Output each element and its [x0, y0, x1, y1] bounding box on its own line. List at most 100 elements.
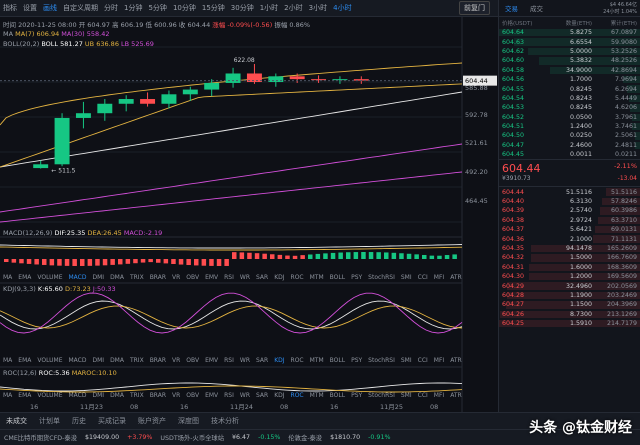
order-row[interactable]: 604.30 1.2000 169.5609	[499, 272, 640, 281]
indicator-trix[interactable]: TRIX	[127, 392, 147, 399]
roc-name[interactable]: ROC(12,6)	[3, 369, 37, 377]
indicator-wr[interactable]: WR	[237, 357, 253, 364]
indicator-stochrsi[interactable]: StochRSI	[365, 392, 398, 399]
indicator-stochrsi[interactable]: StochRSI	[365, 357, 398, 364]
toolbar-item-7[interactable]: 10分钟	[170, 3, 199, 13]
order-row[interactable]: 604.53 0.8245 4.6206	[499, 103, 640, 112]
indicator-dmi[interactable]: DMI	[89, 357, 107, 364]
indicator-dma[interactable]: DMA	[107, 274, 127, 281]
indicator-sar[interactable]: SAR	[253, 274, 271, 281]
kdj-name[interactable]: KDJ(9,3,3)	[3, 285, 36, 293]
indicator-vr[interactable]: VR	[169, 274, 183, 281]
indicator-dma[interactable]: DMA	[107, 392, 127, 399]
indicator-kdj[interactable]: KDJ	[271, 357, 287, 364]
indicator-brar[interactable]: BRAR	[147, 392, 169, 399]
indicator-smi[interactable]: SMI	[398, 274, 415, 281]
toolbar-item-8[interactable]: 15分钟	[199, 3, 228, 13]
indicator-ema[interactable]: EMA	[15, 274, 34, 281]
order-row[interactable]: 604.64 5.8275 67.0897	[499, 28, 640, 37]
indicator-obv[interactable]: OBV	[183, 357, 202, 364]
indicator-volume[interactable]: VOLUME	[34, 357, 65, 364]
toolbar-item-2[interactable]: 画线	[40, 3, 60, 13]
toolbar-item-6[interactable]: 5分钟	[145, 3, 169, 13]
indicator-vr[interactable]: VR	[169, 357, 183, 364]
indicator-brar[interactable]: BRAR	[147, 357, 169, 364]
indicator-emv[interactable]: EMV	[202, 274, 221, 281]
indicator-cci[interactable]: CCI	[415, 392, 431, 399]
order-row[interactable]: 604.32 1.5000 166.7609	[499, 253, 640, 262]
order-row[interactable]: 604.62 5.0000 53.2526	[499, 47, 640, 56]
toolbar-item-1[interactable]: 设置	[20, 3, 40, 13]
indicator-psy[interactable]: PSY	[348, 274, 365, 281]
indicator-mfi[interactable]: MFI	[431, 274, 447, 281]
indicator-atr[interactable]: ATR	[447, 274, 462, 281]
toolbar-item-13[interactable]: 4小时	[330, 3, 354, 13]
bottom-tab-6[interactable]: 技术分析	[205, 416, 245, 426]
tab-trade[interactable]: 交易	[499, 3, 524, 13]
toolbar-item-3[interactable]: 自定义周期	[60, 3, 101, 13]
indicator-roc[interactable]: ROC	[288, 392, 307, 399]
order-row[interactable]: 604.55 0.8245 6.2694	[499, 84, 640, 93]
indicator-macd[interactable]: MACD	[65, 274, 89, 281]
order-row[interactable]: 604.40 6.3130 57.8246	[499, 197, 640, 206]
toolbar-item-10[interactable]: 1小时	[257, 3, 281, 13]
order-row[interactable]: 604.51 1.2400 3.7461	[499, 122, 640, 131]
toolbar-item-9[interactable]: 30分钟	[228, 3, 257, 13]
order-row[interactable]: 604.35 94.1478 165.2609	[499, 244, 640, 253]
order-row[interactable]: 604.38 2.9724 63.3710	[499, 216, 640, 225]
order-row[interactable]: 604.27 1.1500 204.3969	[499, 300, 640, 309]
indicator-emv[interactable]: EMV	[202, 357, 221, 364]
indicator-cci[interactable]: CCI	[415, 274, 431, 281]
chart-area[interactable]: 585.88 592.78 521.61 492.20 464.45 604.44 622.…	[0, 17, 498, 412]
indicator-sar[interactable]: SAR	[253, 392, 271, 399]
indicator-ema[interactable]: EMA	[15, 357, 34, 364]
macd-name[interactable]: MACD(12,26,9)	[3, 229, 52, 237]
bottom-tab-0[interactable]: 未成交	[0, 416, 33, 426]
ticker-name[interactable]: 伦敦金-泰浚	[284, 433, 326, 442]
toolbar-item-12[interactable]: 3小时	[306, 3, 330, 13]
indicator-obv[interactable]: OBV	[183, 392, 202, 399]
bottom-tab-4[interactable]: 账户资产	[132, 416, 172, 426]
indicator-trix[interactable]: TRIX	[127, 357, 147, 364]
order-row[interactable]: 604.39 2.5740 60.3986	[499, 206, 640, 215]
indicator-dma[interactable]: DMA	[107, 357, 127, 364]
indicator-atr[interactable]: ATR	[447, 357, 462, 364]
indicator-psy[interactable]: PSY	[348, 392, 365, 399]
bottom-tab-3[interactable]: 买成记录	[92, 416, 132, 426]
indicator-kdj[interactable]: KDJ	[271, 274, 287, 281]
order-row[interactable]: 604.63 6.6554 59.9080	[499, 37, 640, 46]
order-row[interactable]: 604.29 32.4960 202.0569	[499, 281, 640, 290]
indicator-macd[interactable]: MACD	[65, 392, 89, 399]
order-row[interactable]: 604.25 1.5910 214.7179	[499, 319, 640, 328]
toolbar-item-5[interactable]: 1分钟	[121, 3, 145, 13]
indicator-boll[interactable]: BOLL	[327, 357, 348, 364]
bottom-tab-5[interactable]: 深度图	[172, 416, 205, 426]
indicator-dmi[interactable]: DMI	[89, 392, 107, 399]
indicator-ema[interactable]: EMA	[15, 392, 34, 399]
boll-name[interactable]: BOLL(20,2)	[3, 40, 39, 48]
order-row[interactable]: 604.31 1.6000 168.3609	[499, 263, 640, 272]
order-row[interactable]: 604.56 1.7000 7.9694	[499, 75, 640, 84]
indicator-sar[interactable]: SAR	[253, 357, 271, 364]
indicator-boll[interactable]: BOLL	[327, 274, 348, 281]
toolbar-item-0[interactable]: 指标	[0, 3, 20, 13]
ma-name[interactable]: MA	[3, 30, 13, 38]
toolbar-item-4[interactable]: 分时	[101, 3, 121, 13]
indicator-volume[interactable]: VOLUME	[34, 274, 65, 281]
indicator-mfi[interactable]: MFI	[431, 392, 447, 399]
indicator-kdj[interactable]: KDJ	[271, 392, 287, 399]
indicator-wr[interactable]: WR	[237, 392, 253, 399]
indicator-wr[interactable]: WR	[237, 274, 253, 281]
ticker-name[interactable]: USDT场外-火币全球站	[156, 433, 228, 442]
bottom-tab-2[interactable]: 历史	[66, 416, 92, 426]
toolbar-item-11[interactable]: 2小时	[281, 3, 305, 13]
indicator-ma[interactable]: MA	[0, 392, 15, 399]
indicator-vr[interactable]: VR	[169, 392, 183, 399]
indicator-atr[interactable]: ATR	[447, 392, 462, 399]
order-row[interactable]: 604.28 1.1900 203.2469	[499, 291, 640, 300]
indicator-macd[interactable]: MACD	[65, 357, 89, 364]
indicator-trix[interactable]: TRIX	[127, 274, 147, 281]
order-row[interactable]: 604.44 51.5116 51.5116	[499, 187, 640, 196]
order-row[interactable]: 604.36 2.1000 71.1131	[499, 234, 640, 243]
indicator-cci[interactable]: CCI	[415, 357, 431, 364]
